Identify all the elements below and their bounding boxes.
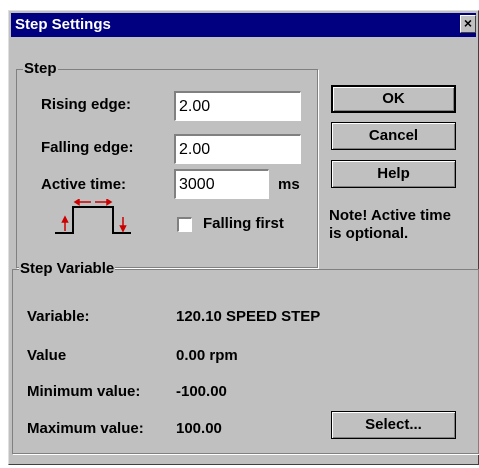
active-time-field[interactable] xyxy=(174,169,269,199)
minimum-value-value: -100.00 xyxy=(176,383,227,400)
rising-edge-field[interactable] xyxy=(174,91,301,121)
step-group-legend: Step xyxy=(23,60,58,77)
step-pulse-icon xyxy=(55,199,131,234)
minimum-value-label: Minimum value: xyxy=(27,383,141,400)
cancel-button[interactable]: Cancel xyxy=(331,122,456,150)
variable-label: Variable: xyxy=(27,308,90,325)
falling-first-checkbox[interactable] xyxy=(177,217,192,232)
close-icon: × xyxy=(463,15,473,31)
value-value: 0.00 rpm xyxy=(176,347,238,364)
falling-edge-field[interactable] xyxy=(174,134,301,164)
variable-value: 120.10 SPEED STEP xyxy=(176,308,321,325)
value-label: Value xyxy=(27,347,67,364)
falling-edge-input[interactable] xyxy=(176,136,300,163)
active-time-unit: ms xyxy=(278,176,300,193)
step-settings-dialog: Step Settings × Step Rising edge: Fallin… xyxy=(8,10,479,465)
falling-first-label: Falling first xyxy=(203,215,284,232)
close-button[interactable]: × xyxy=(460,15,476,33)
active-time-label: Active time: xyxy=(41,176,127,193)
falling-edge-label: Falling edge: xyxy=(41,139,134,156)
help-button[interactable]: Help xyxy=(331,160,456,188)
step-variable-legend: Step Variable xyxy=(19,260,116,277)
active-time-input[interactable] xyxy=(176,171,268,198)
rising-edge-input[interactable] xyxy=(176,93,300,120)
dialog-title: Step Settings xyxy=(15,16,111,33)
title-bar[interactable]: Step Settings × xyxy=(11,13,476,37)
rising-edge-label: Rising edge: xyxy=(41,96,132,113)
note-line-2: is optional. xyxy=(329,225,409,242)
note-line-1: Note! Active time xyxy=(329,207,451,224)
maximum-value-value: 100.00 xyxy=(176,420,222,437)
maximum-value-label: Maximum value: xyxy=(27,420,144,437)
select-button[interactable]: Select... xyxy=(331,411,456,439)
ok-button[interactable]: OK xyxy=(331,85,456,113)
